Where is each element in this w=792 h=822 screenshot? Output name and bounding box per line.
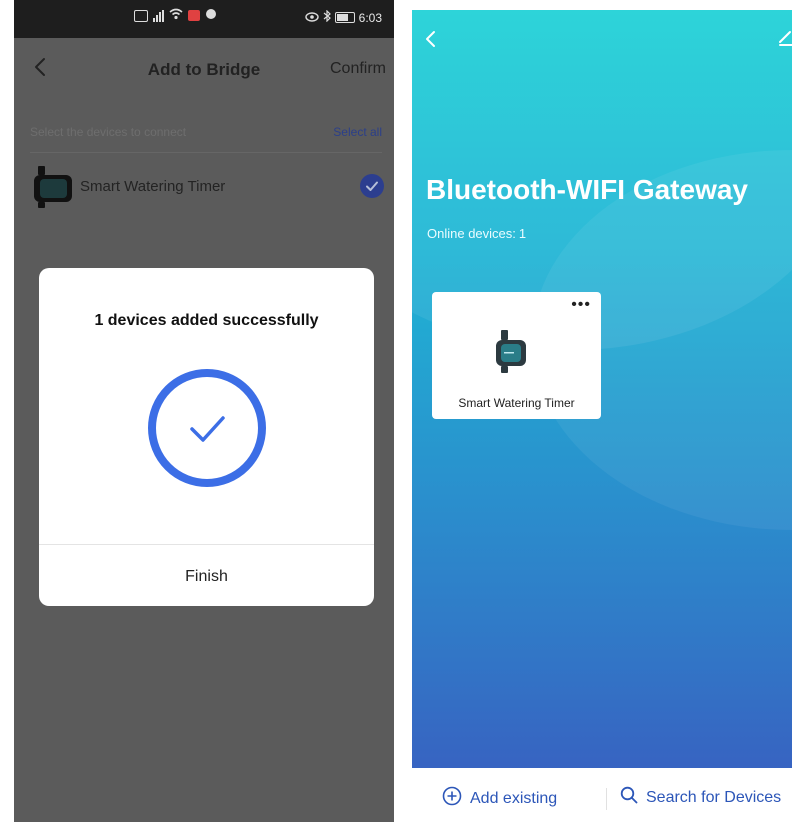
plus-circle-icon <box>442 786 462 811</box>
select-all-link[interactable]: Select all <box>333 125 382 139</box>
header: Add to Bridge Confirm <box>14 38 394 98</box>
notification-icon <box>188 10 200 21</box>
edit-icon[interactable] <box>776 26 792 48</box>
add-existing-button[interactable]: Add existing <box>442 786 557 811</box>
gateway-title: Bluetooth-WIFI Gateway <box>426 174 748 205</box>
hd-icon <box>134 9 148 22</box>
select-row: Select the devices to connect Select all <box>14 120 394 146</box>
left-phone-screen: 6:03 Add to Bridge Confirm Select the de… <box>14 0 394 822</box>
success-check-icon <box>147 368 267 488</box>
right-phone-screen: Bluetooth-WIFI Gateway Online devices: 1 … <box>412 10 792 822</box>
dialog-message: 1 devices added successfully <box>94 312 319 329</box>
back-arrow-icon[interactable] <box>420 28 442 50</box>
add-existing-label: Add existing <box>470 789 558 807</box>
divider <box>30 152 382 153</box>
search-devices-button[interactable]: Search for Devices <box>620 786 781 809</box>
check-icon[interactable] <box>360 174 384 198</box>
wifi-icon <box>169 8 183 23</box>
search-label: Search for Devices <box>646 788 782 806</box>
status-time: 6:03 <box>358 10 382 25</box>
online-count: 1 <box>518 226 527 241</box>
signal-icon <box>153 9 164 22</box>
confirm-button[interactable]: Confirm <box>330 60 386 78</box>
status-bar: 6:03 <box>14 0 394 38</box>
device-card[interactable]: ••• Smart Watering Timer <box>432 292 601 419</box>
device-list-item[interactable]: Smart Watering Timer <box>14 160 394 214</box>
watering-timer-icon <box>34 166 74 208</box>
search-icon <box>620 786 638 809</box>
select-hint: Select the devices to connect <box>30 125 187 139</box>
device-name: Smart Watering Timer <box>80 178 226 195</box>
finish-button[interactable]: Finish <box>39 545 374 606</box>
online-devices: Online devices: 1 <box>427 226 526 241</box>
battery-icon <box>334 12 355 23</box>
more-options-icon[interactable]: ••• <box>571 296 591 314</box>
success-dialog: 1 devices added successfully Finish <box>39 268 374 606</box>
divider <box>606 788 607 810</box>
device-name: Smart Watering Timer <box>458 396 575 410</box>
app-notification-icon <box>205 8 217 23</box>
watering-timer-icon <box>496 330 534 374</box>
bluetooth-icon <box>323 9 331 25</box>
eye-icon <box>304 11 319 25</box>
online-label: Online devices: <box>427 226 516 241</box>
bottom-bar: Add existing Search for Devices <box>412 768 792 822</box>
